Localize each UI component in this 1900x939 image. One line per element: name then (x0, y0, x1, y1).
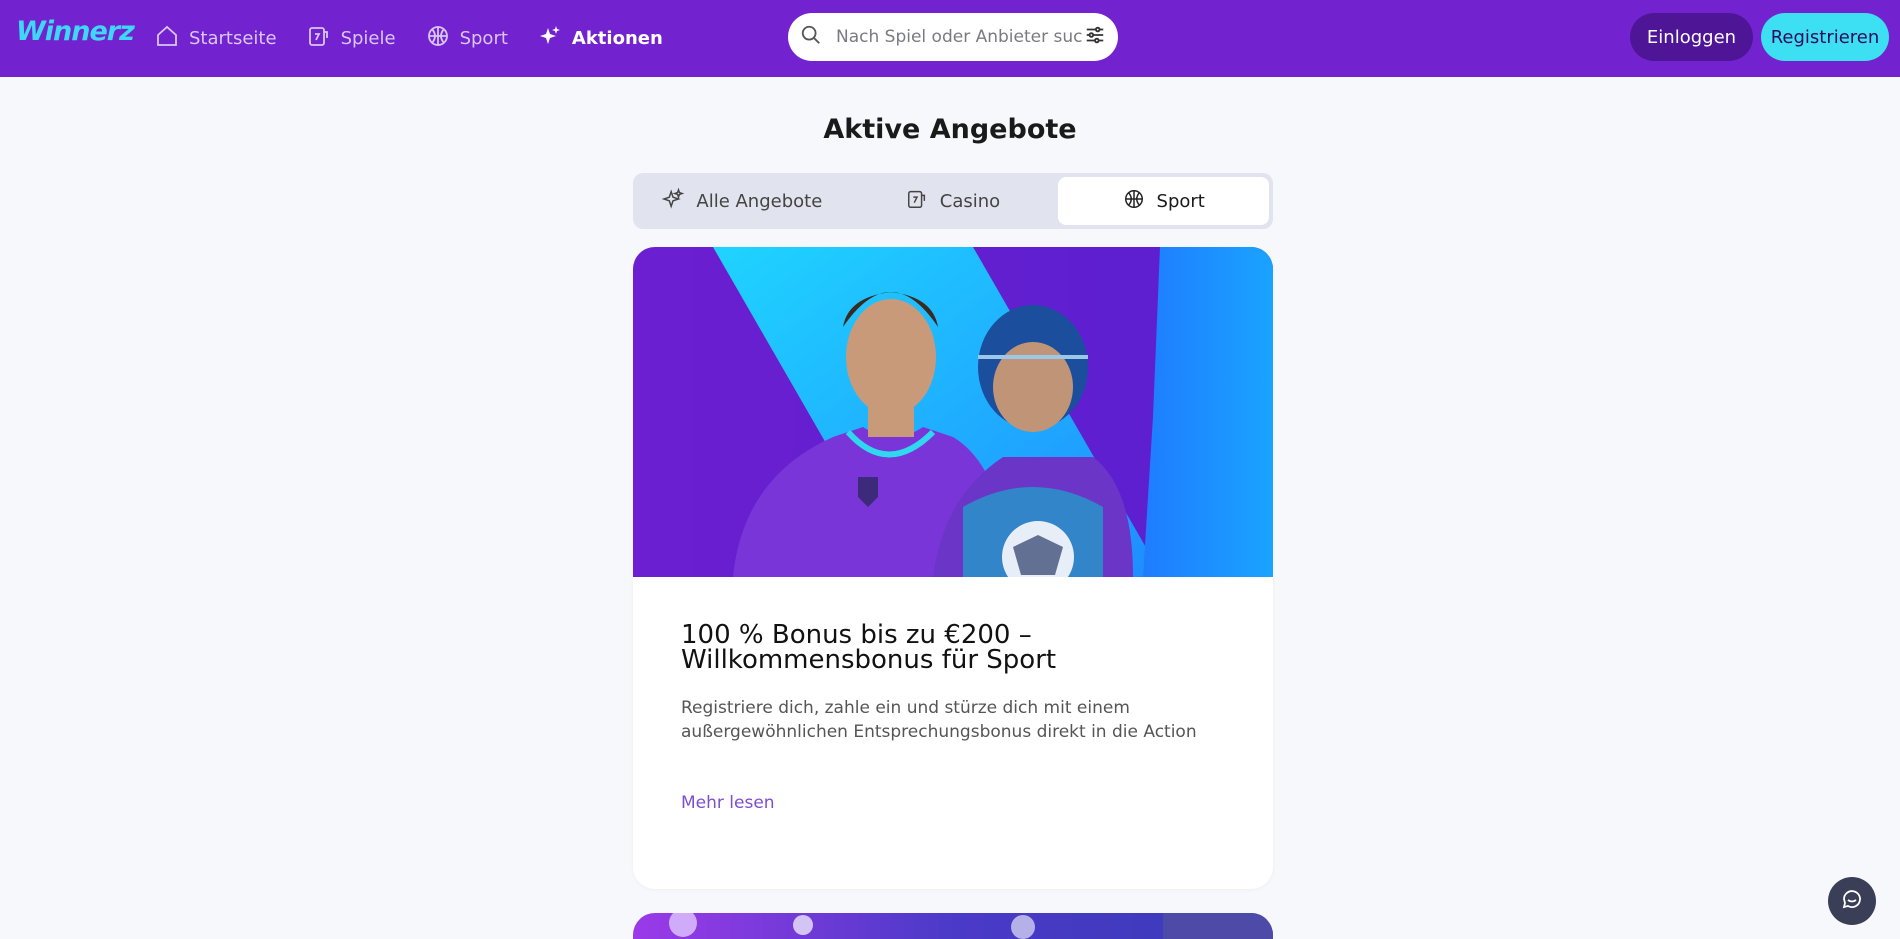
offer-tabs: Alle Angebote Casino Sport (633, 173, 1273, 229)
nav-item-sport[interactable]: Sport (426, 24, 508, 53)
filter-icon[interactable] (1084, 24, 1106, 50)
search-bar (788, 13, 1118, 61)
main-nav: Startseite Spiele Sport Aktionen (155, 0, 693, 77)
offer-card: 100 % Bonus bis zu €200 – Willkommensbon… (633, 247, 1273, 889)
chat-support-button[interactable] (1828, 877, 1876, 925)
offer-banner-image (633, 913, 1273, 939)
sparkles-icon (661, 187, 685, 215)
slot-machine-icon (307, 24, 331, 53)
nav-label: Aktionen (571, 28, 663, 49)
tab-label: Casino (939, 190, 1001, 212)
tab-alle-angebote[interactable]: Alle Angebote (637, 177, 848, 225)
home-icon (155, 24, 179, 53)
offer-description: Registriere dich, zahle ein und stürze d… (681, 698, 1197, 742)
page-title: Aktive Angebote (823, 114, 1077, 145)
search-input[interactable] (836, 27, 1084, 47)
tab-label: Alle Angebote (696, 190, 823, 212)
nav-label: Sport (459, 28, 508, 49)
offer-banner-image (633, 247, 1273, 577)
tab-label: Sport (1156, 190, 1205, 212)
offer-title: 100 % Bonus bis zu €200 – Willkommensbon… (681, 620, 1057, 675)
nav-item-aktionen[interactable]: Aktionen (538, 24, 663, 53)
nav-label: Startseite (189, 28, 277, 49)
nav-label: Spiele (340, 28, 396, 49)
nav-item-startseite[interactable]: Startseite (155, 24, 277, 53)
tab-casino[interactable]: Casino (848, 177, 1059, 225)
tab-sport[interactable]: Sport (1058, 177, 1270, 225)
winnerz-logo[interactable]: Winnerz (16, 16, 135, 56)
read-more-link[interactable]: Mehr lesen (681, 793, 775, 813)
ball-icon (426, 24, 450, 53)
login-button[interactable]: Einloggen (1630, 13, 1753, 61)
register-button[interactable]: Registrieren (1761, 13, 1889, 61)
sparkles-icon (538, 24, 562, 53)
search-icon (800, 24, 822, 50)
ball-icon (1123, 188, 1145, 215)
offer-card-partial (633, 913, 1273, 939)
top-header: Winnerz Startseite Spiele Sport Aktionen (0, 0, 1900, 77)
chat-icon (1840, 887, 1864, 915)
nav-item-spiele[interactable]: Spiele (307, 24, 396, 53)
slot-machine-icon (906, 188, 928, 215)
